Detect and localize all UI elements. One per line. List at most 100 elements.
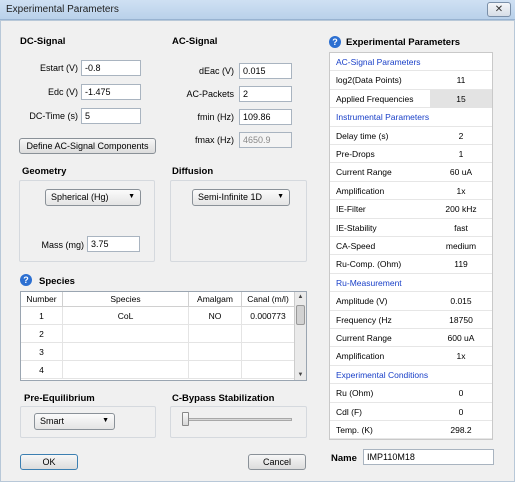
- table-cell[interactable]: CoL: [63, 307, 189, 325]
- param-row[interactable]: Current Range 60 uA: [330, 163, 492, 182]
- deac-label: dEac (V): [198, 66, 234, 76]
- param-row[interactable]: Delay time (s) 2: [330, 127, 492, 145]
- param-key: AC-Signal Parameters: [336, 57, 421, 67]
- mass-label: Mass (mg): [41, 240, 85, 250]
- param-section-header: AC-Signal Parameters: [330, 53, 492, 72]
- param-value: 600 uA: [447, 333, 475, 343]
- cbypass-slider-thumb[interactable]: [182, 412, 189, 426]
- param-row[interactable]: Current Range 600 uA: [330, 329, 492, 348]
- fmin-label: fmin (Hz): [197, 112, 235, 122]
- param-key: Amplitude (V): [336, 296, 388, 307]
- name-input[interactable]: IMP110M18: [363, 449, 494, 465]
- param-row[interactable]: CA-Speed medium: [330, 237, 492, 256]
- column-header[interactable]: Canal (m/l): [242, 292, 295, 307]
- help-icon[interactable]: ?: [20, 274, 32, 286]
- close-icon[interactable]: ✕: [487, 2, 511, 17]
- dc-signal-header: DC-Signal: [20, 36, 66, 47]
- scroll-up-icon[interactable]: ▲: [295, 292, 306, 302]
- mass-input[interactable]: 3.75: [87, 236, 140, 252]
- param-row[interactable]: Amplification 1x: [330, 182, 492, 201]
- scroll-down-icon[interactable]: ▼: [295, 370, 306, 380]
- param-row[interactable]: Pre-Drops 1: [330, 145, 492, 164]
- param-row[interactable]: Temp. (K) 298.2: [330, 421, 492, 440]
- table-cell[interactable]: [189, 343, 242, 361]
- param-value: 1x: [456, 351, 466, 362]
- param-row[interactable]: Cdl (F) 0: [330, 403, 492, 421]
- diffusion-select[interactable]: Semi-Infinite 1D ▼: [192, 189, 290, 206]
- define-ac-signal-button[interactable]: Define AC-Signal Components: [19, 138, 156, 154]
- dctime-input[interactable]: 5: [81, 108, 141, 124]
- table-cell[interactable]: NO: [189, 307, 242, 325]
- param-value: 15: [430, 89, 492, 108]
- dctime-label: DC-Time (s): [29, 111, 78, 121]
- name-label: Name: [331, 453, 357, 464]
- table-cell[interactable]: [189, 361, 242, 379]
- table-cell[interactable]: 1: [21, 307, 63, 325]
- fmax-input: 4650.9: [239, 132, 292, 148]
- param-value: 2: [458, 130, 464, 141]
- param-value: fast: [454, 222, 468, 233]
- param-value: 60 uA: [449, 167, 473, 178]
- column-header[interactable]: Species: [63, 292, 189, 307]
- ac-packets-input[interactable]: 2: [239, 86, 292, 102]
- scrollbar-thumb[interactable]: [296, 305, 305, 325]
- table-cell[interactable]: [242, 361, 295, 379]
- table-cell[interactable]: 2: [21, 325, 63, 343]
- geometry-selected: Spherical (Hg): [51, 192, 109, 202]
- help-icon[interactable]: ?: [329, 36, 341, 48]
- param-row[interactable]: IE-Filter 200 kHz: [330, 200, 492, 219]
- table-cell[interactable]: [63, 325, 189, 343]
- param-row[interactable]: Frequency (Hz 18750: [330, 311, 492, 329]
- cbypass-header: C-Bypass Stabilization: [172, 393, 275, 404]
- column-header[interactable]: Number: [21, 292, 63, 307]
- param-key: log2(Data Points): [336, 75, 402, 86]
- param-key: Ru (Ohm): [336, 388, 374, 399]
- table-cell[interactable]: [63, 361, 189, 379]
- param-key: Temp. (K): [336, 425, 373, 435]
- param-row[interactable]: Ru-Comp. (Ohm) 119: [330, 255, 492, 274]
- cbypass-slider-track[interactable]: [186, 418, 292, 421]
- param-row[interactable]: Applied Frequencies 15: [330, 89, 492, 109]
- param-row[interactable]: Amplitude (V) 0.015: [330, 292, 492, 311]
- window-title: Experimental Parameters: [6, 4, 119, 15]
- table-scrollbar[interactable]: ▲ ▼: [294, 292, 306, 380]
- table-cell[interactable]: [242, 325, 295, 343]
- cancel-button[interactable]: Cancel: [248, 454, 306, 470]
- table-cell[interactable]: [189, 325, 242, 343]
- param-key: Amplification: [336, 351, 385, 362]
- param-section-header: Instrumental Parameters: [330, 108, 492, 127]
- fmin-input[interactable]: 109.86: [239, 109, 292, 125]
- edc-input[interactable]: -1.475: [81, 84, 141, 100]
- table-cell[interactable]: 0.000773: [242, 307, 295, 325]
- param-key: Pre-Drops: [336, 149, 375, 159]
- estart-input[interactable]: -0.8: [81, 60, 141, 76]
- pre-equilibrium-select[interactable]: Smart ▼: [34, 413, 115, 430]
- param-key: Delay time (s): [336, 130, 389, 141]
- param-section-header: Experimental Conditions: [330, 366, 492, 385]
- geometry-select[interactable]: Spherical (Hg) ▼: [45, 189, 141, 206]
- param-key: Current Range: [336, 333, 392, 343]
- param-value: 11: [456, 75, 466, 86]
- param-value: 0.015: [450, 296, 472, 307]
- param-row[interactable]: Ru (Ohm) 0: [330, 384, 492, 403]
- param-key: Cdl (F): [336, 406, 362, 417]
- param-value: 200 kHz: [445, 204, 477, 215]
- column-header[interactable]: Amalgam: [189, 292, 242, 307]
- table-cell[interactable]: 4: [21, 361, 63, 379]
- cbypass-group: [170, 406, 307, 438]
- param-key: IE-Filter: [336, 204, 366, 215]
- ac-packets-label: AC-Packets: [186, 89, 234, 99]
- species-table: Number Species Amalgam Canal (m/l) 1 CoL…: [20, 291, 307, 381]
- pre-equilibrium-selected: Smart: [40, 416, 65, 426]
- param-value: 298.2: [450, 425, 472, 435]
- table-cell[interactable]: [63, 343, 189, 361]
- param-row[interactable]: Amplification 1x: [330, 347, 492, 366]
- table-cell[interactable]: 3: [21, 343, 63, 361]
- param-key: Experimental Conditions: [336, 369, 429, 380]
- param-value: 18750: [449, 314, 473, 325]
- param-row[interactable]: IE-Stability fast: [330, 219, 492, 237]
- param-row[interactable]: log2(Data Points) 11: [330, 71, 492, 90]
- ok-button[interactable]: OK: [20, 454, 78, 470]
- table-cell[interactable]: [242, 343, 295, 361]
- deac-input[interactable]: 0.015: [239, 63, 292, 79]
